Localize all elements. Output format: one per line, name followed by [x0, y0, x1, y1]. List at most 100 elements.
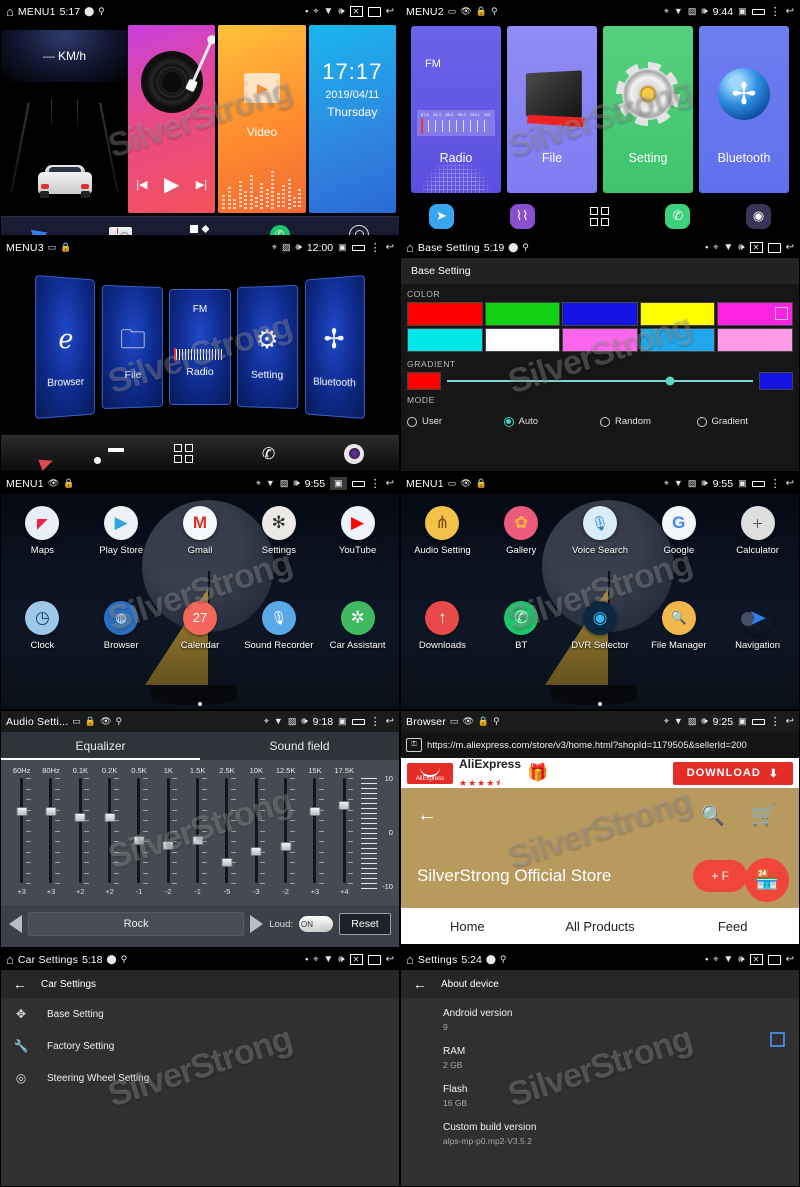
color-swatch[interactable]: [562, 302, 638, 326]
eq-band-thumb[interactable]: [133, 835, 145, 845]
app-calculator[interactable]: ＋ Calculator: [718, 506, 797, 601]
app-maps[interactable]: ◤ Maps: [3, 506, 82, 601]
eq-band-thumb[interactable]: [250, 847, 262, 857]
eq-band-slider[interactable]: [7, 778, 36, 884]
tile-file[interactable]: File: [507, 26, 597, 193]
tile-setting[interactable]: Setting: [603, 26, 693, 193]
overflow-menu-icon[interactable]: ⋮: [770, 477, 781, 490]
mode-user[interactable]: User: [407, 416, 504, 427]
eq-band-thumb[interactable]: [221, 857, 233, 867]
camera-icon[interactable]: ▣: [338, 243, 347, 252]
music-controls[interactable]: |◀ ▶ ▶|: [128, 172, 215, 197]
dock-phone[interactable]: ✆: [665, 203, 691, 229]
about-row-ram[interactable]: RAM 2 GB: [401, 1036, 799, 1074]
gradient-from-swatch[interactable]: [407, 372, 441, 390]
recents-icon[interactable]: [367, 6, 381, 17]
color-swatch[interactable]: [717, 328, 793, 352]
app-youtube[interactable]: ▶ YouTube: [318, 506, 397, 601]
radio-icon[interactable]: [600, 416, 610, 427]
about-row-custom-build[interactable]: Custom build version alps-mp-p0.mp2-V3.5…: [401, 1112, 799, 1150]
volume-icon[interactable]: 🕪: [338, 6, 344, 17]
slider-knob[interactable]: [665, 376, 675, 386]
app-car-assistant[interactable]: ✲ Car Assistant: [318, 600, 397, 696]
color-swatch[interactable]: [407, 302, 483, 326]
download-button[interactable]: DOWNLOAD ⬇: [672, 761, 793, 785]
eq-band-slider[interactable]: [95, 778, 124, 884]
eq-band[interactable]: 10K -3: [242, 766, 271, 905]
overflow-menu-icon[interactable]: ⋮: [770, 5, 781, 18]
close-icon[interactable]: ✕: [749, 242, 763, 253]
app-voice-search[interactable]: 🎙 Voice Search: [561, 506, 640, 601]
mode-random[interactable]: Random: [600, 416, 697, 427]
volume-icon[interactable]: 🕪: [701, 478, 707, 489]
app-google[interactable]: G Google: [639, 506, 718, 601]
home-icon[interactable]: [351, 244, 365, 251]
dock-apps[interactable]: [590, 206, 610, 226]
nav-home[interactable]: Home: [401, 919, 534, 934]
tab-sound-field[interactable]: Sound field: [200, 732, 399, 760]
camera-icon[interactable]: ▣: [330, 477, 347, 490]
back-icon[interactable]: ↩: [786, 954, 794, 965]
loudness-toggle[interactable]: ON: [299, 916, 333, 932]
volume-icon[interactable]: 🕪: [296, 242, 302, 253]
eq-band-slider[interactable]: [242, 778, 271, 884]
app-play-store[interactable]: ▶ Play Store: [82, 506, 161, 601]
page-info-icon[interactable]: ⚿: [406, 738, 422, 752]
eq-band[interactable]: 60Hz +3: [7, 766, 36, 905]
back-icon[interactable]: ↩: [786, 242, 794, 253]
reset-button[interactable]: Reset: [339, 913, 391, 935]
dock-navigation[interactable]: [28, 224, 54, 235]
app-audio-setting[interactable]: ⋔ Audio Setting: [403, 506, 482, 601]
back-icon[interactable]: ↩: [386, 242, 394, 253]
home-icon[interactable]: ⌂: [6, 5, 14, 18]
home-icon[interactable]: [351, 718, 365, 725]
home-icon[interactable]: [751, 718, 765, 725]
app-navigation[interactable]: ➤ Navigation: [718, 601, 797, 696]
back-arrow-icon[interactable]: ←: [13, 976, 27, 992]
eq-band[interactable]: 12.5K -2: [271, 766, 300, 905]
home-icon[interactable]: ⌂: [6, 953, 14, 966]
about-row-android-version[interactable]: Android version 9: [401, 998, 799, 1036]
app-downloads[interactable]: ↑ Downloads: [403, 600, 482, 696]
mode-gradient[interactable]: Gradient: [696, 416, 794, 427]
eq-band-thumb[interactable]: [104, 812, 116, 822]
home-icon[interactable]: [751, 8, 765, 15]
color-swatch[interactable]: [484, 302, 561, 326]
tile-bluetooth[interactable]: ✢ Bluetooth: [699, 26, 789, 193]
preset-display[interactable]: Rock: [28, 912, 245, 936]
follow-button[interactable]: + F: [693, 860, 747, 892]
radio-icon-selected[interactable]: [503, 416, 514, 427]
back-icon[interactable]: ↩: [386, 954, 394, 965]
prev-preset-icon[interactable]: [9, 915, 22, 933]
eq-band[interactable]: 17.5K +4: [330, 766, 359, 905]
eq-band-slider[interactable]: [36, 778, 65, 884]
dock-navigation[interactable]: ➤: [428, 203, 454, 229]
card-setting[interactable]: ⚙ Setting: [236, 284, 299, 409]
next-preset-icon[interactable]: [250, 915, 264, 933]
home-icon[interactable]: [351, 480, 365, 487]
eq-band-slider[interactable]: [124, 778, 153, 884]
dock-bt-phone[interactable]: ✆: [262, 444, 275, 464]
app-calendar[interactable]: 27 Calendar: [161, 600, 240, 696]
back-arrow-icon[interactable]: ←: [413, 976, 427, 992]
app-clock[interactable]: ◷ Clock: [3, 600, 82, 696]
back-arrow-icon[interactable]: ←: [417, 804, 437, 827]
prev-icon[interactable]: |◀: [136, 178, 147, 191]
eq-band-slider[interactable]: [271, 778, 300, 884]
dock-music[interactable]: ⌇⌇: [509, 203, 535, 229]
cart-icon[interactable]: 🛒: [751, 804, 777, 828]
eq-band-slider[interactable]: [183, 778, 212, 884]
app-browser[interactable]: ◍ Browser: [82, 600, 161, 696]
card-browser[interactable]: ℯ Browser: [35, 274, 95, 419]
card-radio[interactable]: FM Radio: [169, 288, 231, 405]
app-dvr-selector[interactable]: ◉ DVR Selector: [561, 600, 640, 696]
setting-base-setting[interactable]: ✥ Base Setting: [1, 998, 399, 1030]
dock-phone[interactable]: ✆: [267, 224, 293, 235]
back-icon[interactable]: ↩: [386, 716, 394, 727]
close-icon[interactable]: ✕: [349, 6, 363, 17]
app-gmail[interactable]: M Gmail: [161, 506, 240, 601]
setting-factory-setting[interactable]: 🔧 Factory Setting: [1, 1030, 399, 1062]
eq-band-thumb[interactable]: [309, 807, 321, 817]
color-swatch[interactable]: [484, 328, 561, 352]
app-sound-recorder[interactable]: 🎙 Sound Recorder: [239, 600, 318, 696]
